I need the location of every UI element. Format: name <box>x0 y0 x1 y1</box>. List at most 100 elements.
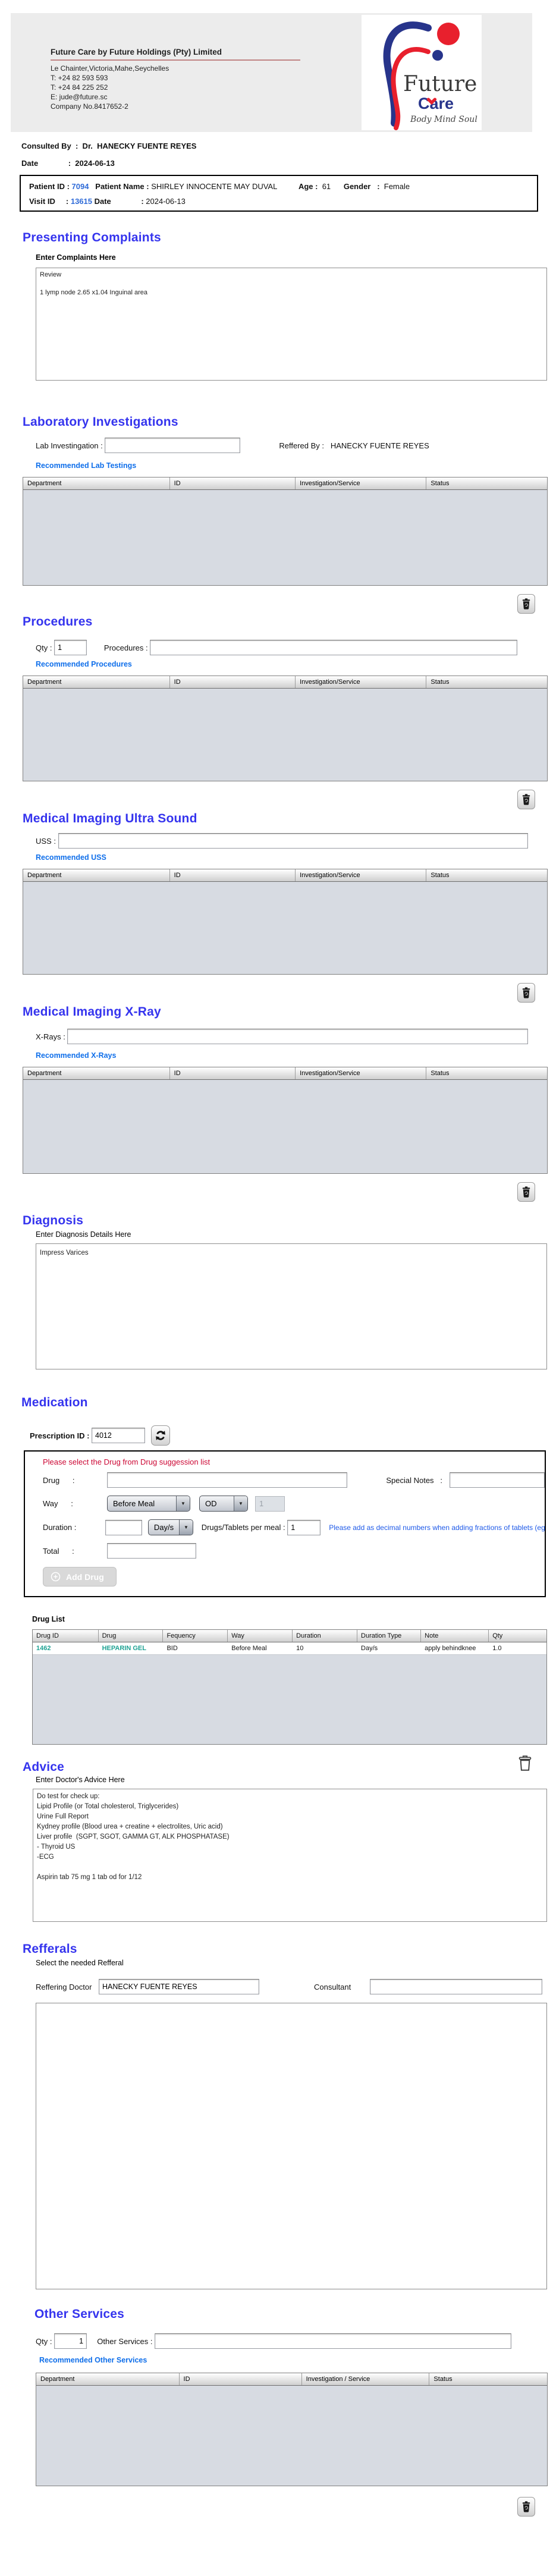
recommended-other-services-link[interactable]: Recommended Other Services <box>39 2356 553 2364</box>
column-header: ID <box>170 676 296 688</box>
xray-title: Medical Imaging X-Ray <box>23 1005 161 1019</box>
column-header: Drug ID <box>33 1630 99 1642</box>
company-number: Company No.8417652-2 <box>51 102 128 111</box>
refferal-select-label: Select the needed Refferal <box>36 1959 124 1967</box>
drug-note-cell: apply behindknee <box>425 1645 476 1652</box>
column-header: Status <box>431 678 450 686</box>
future-care-logo-graphic: Future Care Body Mind Soul <box>383 21 477 130</box>
recommended-xrays-link[interactable]: Recommended X-Rays <box>36 1051 553 1060</box>
consultation-page: Future Care by Future Holdings (Pty) Lim… <box>0 13 553 2576</box>
duration-input[interactable] <box>105 1519 142 1535</box>
referred-by-value: HANECKY FUENTE REYES <box>330 441 429 450</box>
drug-input[interactable] <box>106 1472 348 1488</box>
complaints-textarea[interactable]: Review 1 lymp node 2.65 x1.04 Inguinal a… <box>36 268 547 381</box>
advice-delete-button[interactable] <box>515 1752 535 1774</box>
column-header: Investigation/Service <box>296 676 427 688</box>
column-header: Department <box>23 676 170 688</box>
special-notes-label: Special Notes : <box>386 1475 442 1485</box>
visit-date-value: 2024-06-13 <box>146 197 186 206</box>
advice-title: Advice <box>23 1760 65 1774</box>
add-drug-button[interactable]: Add Drug <box>43 1567 117 1587</box>
column-header: Investigation/Service <box>296 477 427 489</box>
per-meal-label: Drugs/Tablets per meal : <box>201 1523 288 1532</box>
duration-label: Duration : <box>43 1523 77 1532</box>
procedures-input[interactable] <box>150 640 518 655</box>
logo-word-future: Future <box>403 72 477 96</box>
drug-list-label: Drug List <box>32 1615 65 1623</box>
fraction-note: Please add as decimal numbers when addin… <box>329 1523 545 1532</box>
other-services-label: Other Services : <box>93 2336 155 2346</box>
patient-id-label: Patient ID : <box>29 182 72 191</box>
advice-label: Enter Doctor's Advice Here <box>36 1776 125 1784</box>
drug-suggestion-warning: Please select the Drug from Drug suggess… <box>43 1457 210 1466</box>
column-header: ID <box>170 869 296 881</box>
diagnosis-label: Enter Diagnosis Details Here <box>36 1230 131 1239</box>
drug-way-cell: Before Meal <box>231 1645 267 1652</box>
advice-textarea[interactable]: Do test for check up: Lipid Profile (or … <box>33 1789 547 1922</box>
recommended-lab-link[interactable]: Recommended Lab Testings <box>36 461 553 470</box>
drug-table-empty-area <box>33 1655 546 1744</box>
prescription-id-input[interactable] <box>92 1428 146 1443</box>
drug-table-header: Drug ID Drug Fequency Way Duration Durat… <box>33 1630 546 1642</box>
chevron-down-icon: ▼ <box>234 1496 247 1511</box>
drug-name-link[interactable]: HEPARIN GEL <box>99 1642 164 1654</box>
recommended-uss-link[interactable]: Recommended USS <box>36 853 553 862</box>
per-meal-input[interactable] <box>287 1519 321 1535</box>
uss-input[interactable] <box>58 833 528 849</box>
frequency-select[interactable]: OD ▼ <box>199 1496 248 1512</box>
recommended-procedures-link[interactable]: Recommended Procedures <box>36 660 553 668</box>
logo-tagline: Body Mind Soul <box>410 115 477 124</box>
procedures-delete-button[interactable] <box>517 790 535 809</box>
other-services-delete-button[interactable] <box>517 2497 535 2517</box>
refferal-list-box[interactable] <box>36 2003 547 2289</box>
prescription-id-label: Prescription ID : <box>30 1431 92 1440</box>
trash-icon <box>522 987 530 998</box>
duration-unit-value: Day/s <box>153 1523 174 1532</box>
column-header: Status <box>431 872 450 879</box>
visit-date-label: Date : <box>92 197 146 206</box>
drug-id-link[interactable]: 1462 <box>33 1642 99 1654</box>
column-header: Way <box>228 1630 293 1642</box>
drug-duration-cell: 10 <box>296 1645 304 1652</box>
patient-name-value: SHIRLEY INNOCENTE MAY DUVAL <box>151 182 278 191</box>
total-input[interactable] <box>107 1543 196 1559</box>
gender-value: Female <box>384 182 410 191</box>
xray-delete-button[interactable] <box>517 1182 535 1202</box>
complaints-label: Enter Complaints Here <box>36 253 116 262</box>
laboratory-title: Laboratory Investigations <box>23 415 178 429</box>
patient-row-1: Patient ID : 7094 Patient Name : SHIRLEY… <box>29 182 529 191</box>
column-header: ID <box>170 477 296 489</box>
drug-frequency-cell: BID <box>166 1645 178 1652</box>
trash-icon <box>522 2501 530 2512</box>
company-info: Future Care by Future Holdings (Pty) Lim… <box>11 13 300 132</box>
diagnosis-title: Diagnosis <box>23 1214 84 1227</box>
uss-delete-button[interactable] <box>517 983 535 1003</box>
xray-table-header: Department ID Investigation/Service Stat… <box>23 1067 547 1080</box>
other-services-table: Department ID Investigation / Service St… <box>36 2373 548 2486</box>
xrays-input[interactable] <box>67 1029 529 1044</box>
duration-unit-select[interactable]: Day/s ▼ <box>147 1519 193 1535</box>
consultant-input[interactable] <box>369 1979 542 1994</box>
company-name: Future Care by Future Holdings (Pty) Lim… <box>51 48 300 61</box>
lab-investigation-label: Lab Investingation : <box>36 441 105 450</box>
lab-investigation-input[interactable] <box>105 438 241 453</box>
xray-table-body <box>23 1080 547 1173</box>
other-services-input[interactable] <box>155 2333 512 2349</box>
column-header: Qty <box>492 1632 503 1639</box>
way-select[interactable]: Before Meal ▼ <box>107 1496 190 1512</box>
other-services-qty-input[interactable] <box>54 2333 87 2349</box>
lab-delete-button[interactable] <box>517 594 535 614</box>
drug-duration-type-cell: Day/s <box>361 1645 378 1652</box>
uss-table-body <box>23 882 547 974</box>
uss-table: Department ID Investigation/Service Stat… <box>23 869 548 975</box>
visit-id-value: 13615 <box>70 197 92 206</box>
column-header: Department <box>23 1067 170 1079</box>
column-header: Duration <box>293 1630 358 1642</box>
patient-info-box: Patient ID : 7094 Patient Name : SHIRLEY… <box>20 175 538 212</box>
prescription-refresh-button[interactable] <box>151 1425 171 1446</box>
procedures-qty-input[interactable] <box>54 640 87 655</box>
diagnosis-textarea[interactable]: Impress Varices <box>36 1243 547 1369</box>
reffering-doctor-input[interactable] <box>99 1979 260 1994</box>
lab-table-body <box>23 490 547 585</box>
special-notes-input[interactable] <box>450 1472 545 1488</box>
